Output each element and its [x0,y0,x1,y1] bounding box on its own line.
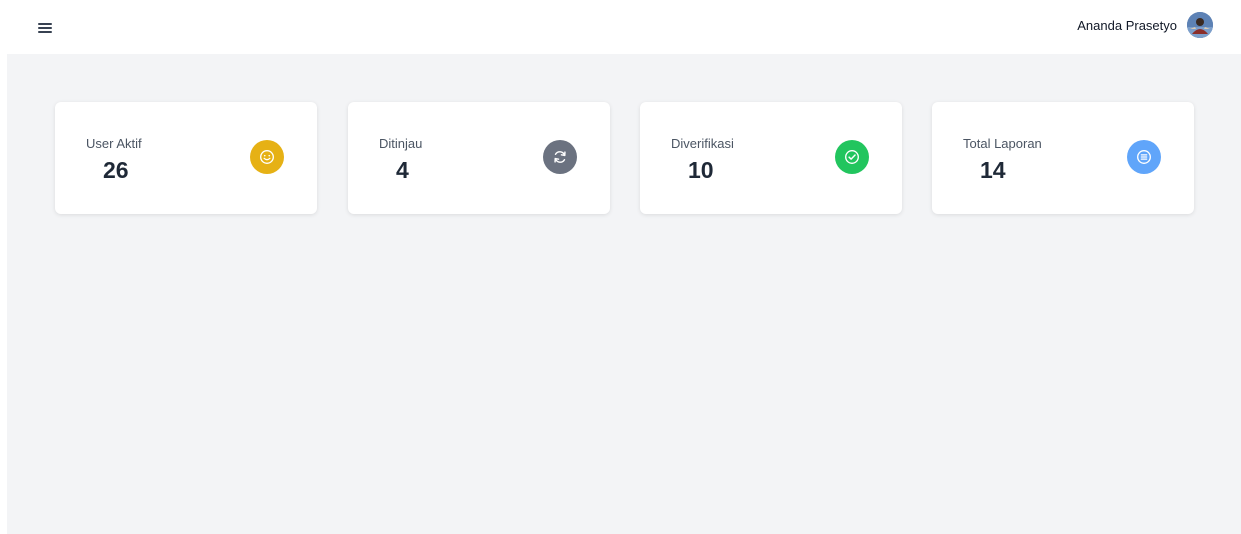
avatar[interactable] [1187,12,1213,38]
stat-value: 10 [688,157,714,183]
refresh-icon [543,140,577,174]
stat-card-diverifikasi: Diverifikasi 10 [640,102,902,214]
check-circle-icon [835,140,869,174]
stat-value: 26 [103,157,129,183]
stat-card-user-aktif: User Aktif 26 [55,102,317,214]
user-menu[interactable]: Ananda Prasetyo [1077,10,1213,40]
stat-value: 4 [396,157,409,183]
hamburger-menu-icon[interactable] [36,18,56,36]
stat-card-total-laporan: Total Laporan 14 [932,102,1194,214]
stat-label: User Aktif [86,136,142,151]
stat-card-ditinjau: Ditinjau 4 [348,102,610,214]
stat-label: Diverifikasi [671,136,734,151]
user-name: Ananda Prasetyo [1077,17,1177,33]
list-icon [1127,140,1161,174]
stat-value: 14 [980,157,1006,183]
top-navbar: Ananda Prasetyo [0,0,1241,54]
smile-icon [250,140,284,174]
dashboard-content: User Aktif 26 Ditinjau 4 Diverifikasi 10… [7,54,1241,534]
stat-label: Total Laporan [963,136,1042,151]
stat-label: Ditinjau [379,136,423,151]
